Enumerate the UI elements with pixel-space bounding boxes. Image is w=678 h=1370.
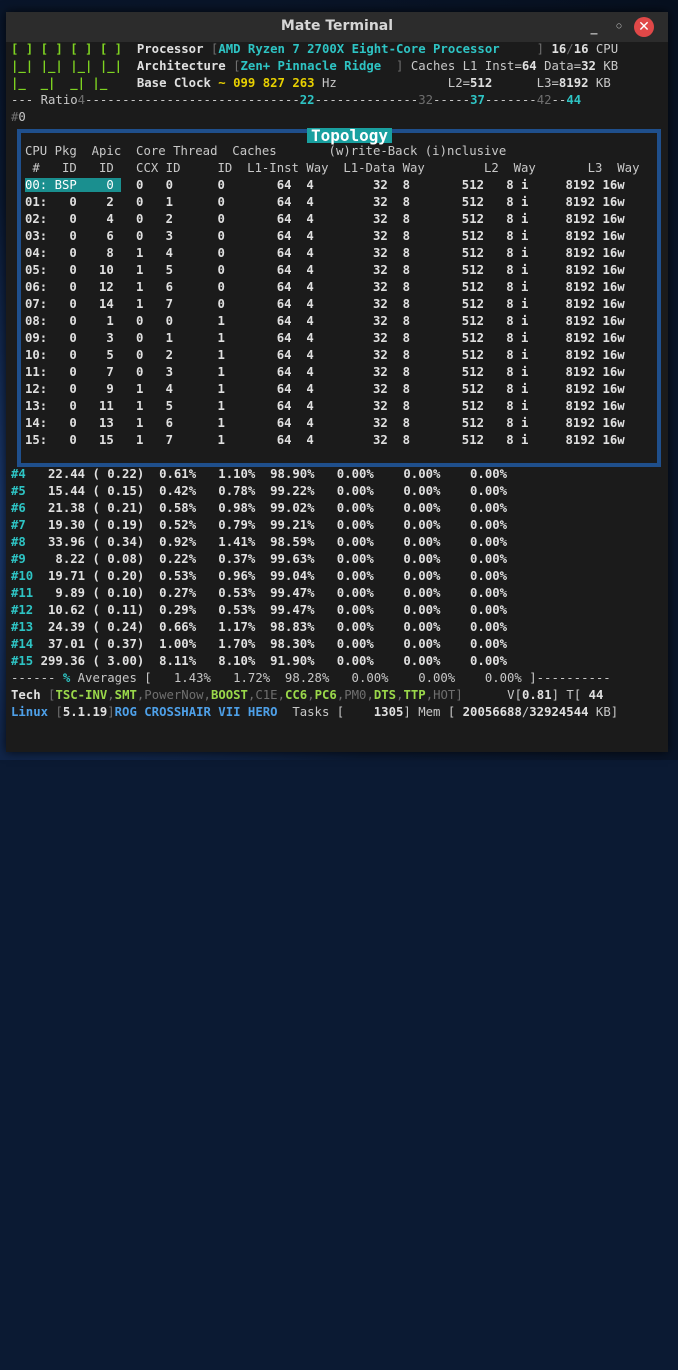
header-line: [ ] [ ] [ ] [ ] Processor [AMD Ryzen 7 2… [11, 42, 619, 56]
minimize-button[interactable]: _ [584, 17, 604, 37]
topology-row[interactable]: 13: 0 11 1 5 1 64 4 32 8 512 8 i 8192 16… [25, 398, 655, 415]
window-titlebar[interactable]: Mate Terminal _ ◦ ✕ [6, 12, 668, 42]
cstate-row: #6 21.38 ( 0.21) 0.58% 0.98% 99.02% 0.00… [11, 501, 508, 515]
header-line: |_ _| _| |_ Base Clock ~ 099 827 263 Hz … [11, 76, 611, 90]
cstate-row: #15 299.36 ( 3.00) 8.11% 8.10% 91.90% 0.… [11, 654, 508, 668]
maximize-button[interactable]: ◦ [609, 17, 629, 37]
cstate-row: #14 37.01 ( 0.37) 1.00% 1.70% 98.30% 0.0… [11, 637, 508, 651]
cstate-row: #13 24.39 ( 0.24) 0.66% 1.17% 98.83% 0.0… [11, 620, 508, 634]
topology-row[interactable]: 10: 0 5 0 2 1 64 4 32 8 512 8 i 8192 16w [25, 347, 655, 364]
footer-line: ------ % Averages [ 1.43% 1.72% 98.28% 0… [11, 671, 611, 685]
topology-header-row: CPU Pkg Apic Core Thread Caches (w)rite-… [25, 144, 507, 158]
topology-row[interactable]: 11: 0 7 0 3 1 64 4 32 8 512 8 i 8192 16w [25, 364, 655, 381]
topology-row[interactable]: 12: 0 9 1 4 1 64 4 32 8 512 8 i 8192 16w [25, 381, 655, 398]
topology-row[interactable]: 07: 0 14 1 7 0 64 4 32 8 512 8 i 8192 16… [25, 296, 655, 313]
topology-row[interactable]: 14: 0 13 1 6 1 64 4 32 8 512 8 i 8192 16… [25, 415, 655, 432]
topology-row[interactable]: 01: 0 2 0 1 0 64 4 32 8 512 8 i 8192 16w [25, 194, 655, 211]
topology-row[interactable]: 02: 0 4 0 2 0 64 4 32 8 512 8 i 8192 16w [25, 211, 655, 228]
topology-row[interactable]: 00: BSP 0 0 0 0 64 4 32 8 512 8 i 8192 1… [25, 177, 655, 194]
topology-header-row: # ID ID CCX ID ID L1-Inst Way L1-Data Wa… [25, 161, 640, 175]
close-button[interactable]: ✕ [634, 17, 654, 37]
footer-line: Tech [TSC-INV,SMT,PowerNow,BOOST,C1E,CC6… [11, 688, 604, 702]
header-line: --- Ratio4-----------------------------2… [11, 93, 582, 107]
topology-title: Topology [307, 128, 393, 144]
topology-row[interactable]: 04: 0 8 1 4 0 64 4 32 8 512 8 i 8192 16w [25, 245, 655, 262]
cstate-row: #11 9.89 ( 0.10) 0.27% 0.53% 99.47% 0.00… [11, 586, 508, 600]
topology-row[interactable]: 08: 0 1 0 0 1 64 4 32 8 512 8 i 8192 16w [25, 313, 655, 330]
cstate-row: #12 10.62 ( 0.11) 0.29% 0.53% 99.47% 0.0… [11, 603, 508, 617]
topology-row[interactable]: 06: 0 12 1 6 0 64 4 32 8 512 8 i 8192 16… [25, 279, 655, 296]
topology-row[interactable]: 15: 0 15 1 7 1 64 4 32 8 512 8 i 8192 16… [25, 432, 655, 449]
cstate-row: #10 19.71 ( 0.20) 0.53% 0.96% 99.04% 0.0… [11, 569, 508, 583]
status-footer: ------ % Averages [ 1.43% 1.72% 98.28% 0… [11, 670, 657, 1370]
cstate-row: #7 19.30 ( 0.19) 0.52% 0.79% 99.21% 0.00… [11, 518, 508, 532]
footer-line: Linux [5.1.19]ROG CROSSHAIR VII HERO Tas… [11, 705, 619, 719]
header-line: |_| |_| |_| |_| Architecture [Zen+ Pinna… [11, 59, 619, 73]
cstate-row: #5 15.44 ( 0.15) 0.42% 0.78% 99.22% 0.00… [11, 484, 508, 498]
window-title: Mate Terminal [280, 18, 394, 34]
topology-row[interactable]: 05: 0 10 1 5 0 64 4 32 8 512 8 i 8192 16… [25, 262, 655, 279]
cstate-row: #8 33.96 ( 0.34) 0.92% 1.41% 98.59% 0.00… [11, 535, 508, 549]
header-line: #0 [11, 110, 26, 124]
cstate-row: #4 22.44 ( 0.22) 0.61% 1.10% 98.90% 0.00… [11, 467, 508, 481]
cstate-row: #9 8.22 ( 0.08) 0.22% 0.37% 99.63% 0.00%… [11, 552, 508, 566]
topology-row[interactable]: 09: 0 3 0 1 1 64 4 32 8 512 8 i 8192 16w [25, 330, 655, 347]
topology-row[interactable]: 03: 0 6 0 3 0 64 4 32 8 512 8 i 8192 16w [25, 228, 655, 245]
